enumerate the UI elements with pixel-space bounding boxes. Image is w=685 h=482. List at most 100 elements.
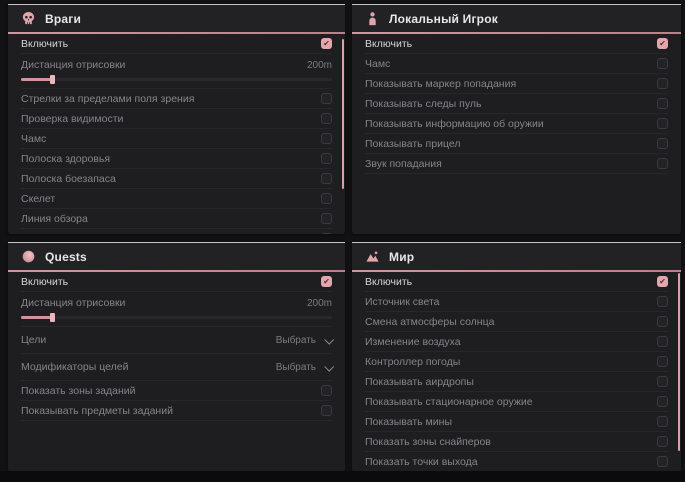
checkbox[interactable] bbox=[657, 416, 668, 427]
setting-label: Источник света bbox=[365, 296, 439, 308]
checkbox[interactable] bbox=[321, 233, 332, 234]
checkbox[interactable] bbox=[321, 193, 332, 204]
setting-row: Показывать следы пуль bbox=[21, 229, 332, 234]
checkbox[interactable] bbox=[657, 158, 668, 169]
checkbox[interactable] bbox=[657, 356, 668, 367]
checkbox[interactable] bbox=[321, 276, 332, 287]
checkbox[interactable] bbox=[657, 58, 668, 69]
setting-label: Линия обзора bbox=[21, 213, 88, 225]
setting-label: Показывать аирдропы bbox=[365, 376, 474, 388]
dropdown[interactable]: Выбрать bbox=[276, 362, 332, 373]
checkbox[interactable] bbox=[657, 376, 668, 387]
checkbox[interactable] bbox=[657, 456, 668, 467]
setting-row: Показывать следы пуль bbox=[365, 94, 668, 114]
checkbox[interactable] bbox=[657, 118, 668, 129]
setting-row: Показать зоны заданий bbox=[21, 381, 332, 401]
slider-thumb[interactable] bbox=[50, 313, 55, 322]
checkbox[interactable] bbox=[321, 38, 332, 49]
setting-row: Смена атмосферы солнца bbox=[365, 312, 668, 332]
setting-label: Включить bbox=[21, 38, 68, 50]
setting-label: Чамс bbox=[21, 133, 46, 145]
setting-label: Чамс bbox=[365, 58, 390, 70]
checkbox[interactable] bbox=[657, 98, 668, 109]
checkbox[interactable] bbox=[657, 38, 668, 49]
panel-header: Локальный Игрок bbox=[352, 5, 681, 32]
setting-row: Источник света bbox=[365, 292, 668, 312]
slider-track bbox=[21, 78, 332, 81]
slider-fill bbox=[21, 316, 52, 319]
setting-label: Полоска боезапаса bbox=[21, 173, 116, 185]
setting-label: Показывать следы пуль bbox=[365, 98, 481, 110]
panel-title: Враги bbox=[45, 12, 81, 26]
checkbox[interactable] bbox=[321, 213, 332, 224]
setting-row: Цели Выбрать bbox=[21, 327, 332, 354]
checkbox[interactable] bbox=[657, 336, 668, 347]
setting-row: Скелет bbox=[21, 189, 332, 209]
panel-quests: Quests Включить Дистанция отрисовки 200m… bbox=[8, 242, 345, 472]
checkbox[interactable] bbox=[657, 138, 668, 149]
setting-row: Чамс bbox=[365, 54, 668, 74]
checkbox[interactable] bbox=[321, 173, 332, 184]
dropdown-value: Выбрать bbox=[276, 362, 316, 373]
setting-row: Показать точки выхода bbox=[365, 452, 668, 472]
scrollbar[interactable] bbox=[342, 39, 344, 189]
panel-title: Локальный Игрок bbox=[389, 12, 498, 26]
setting-label: Цели bbox=[21, 334, 46, 346]
setting-label: Контроллер погоды bbox=[365, 356, 460, 368]
checkbox[interactable] bbox=[657, 296, 668, 307]
setting-row: Чамс bbox=[21, 129, 332, 149]
checkbox[interactable] bbox=[321, 385, 332, 396]
setting-label: Показывать стационарное оружие bbox=[365, 396, 533, 408]
setting-row: Показать зоны снайперов bbox=[365, 432, 668, 452]
checkbox[interactable] bbox=[321, 405, 332, 416]
checkbox[interactable] bbox=[657, 436, 668, 447]
panel-body: Включить Чамс Показывать маркер попадани… bbox=[352, 34, 681, 174]
setting-row: Стрелки за пределами поля зрения bbox=[21, 89, 332, 109]
setting-row: Дистанция отрисовки 200m bbox=[21, 54, 332, 89]
slider-track bbox=[21, 316, 332, 319]
setting-row: Полоска боезапаса bbox=[21, 169, 332, 189]
panel-local-player: Локальный Игрок Включить Чамс Показывать… bbox=[352, 4, 681, 234]
dropdown[interactable]: Выбрать bbox=[276, 335, 332, 346]
setting-label: Дистанция отрисовки bbox=[21, 297, 125, 309]
setting-row: Показывать прицел bbox=[365, 134, 668, 154]
panel-title: Мир bbox=[389, 250, 414, 264]
panel-header: Мир bbox=[352, 243, 681, 270]
skull-icon bbox=[21, 11, 36, 26]
checkbox[interactable] bbox=[321, 113, 332, 124]
panel-body: Включить Источник света Смена атмосферы … bbox=[352, 272, 681, 472]
setting-row: Полоска здоровья bbox=[21, 149, 332, 169]
slider-value: 200m bbox=[307, 60, 332, 71]
setting-label: Показывать информацию об оружии bbox=[365, 118, 544, 130]
checkbox[interactable] bbox=[657, 78, 668, 89]
setting-row: Включить bbox=[21, 34, 332, 54]
panel-enemies: Враги Включить Дистанция отрисовки 200m … bbox=[8, 4, 345, 234]
setting-label: Полоска здоровья bbox=[21, 153, 110, 165]
panel-header: Quests bbox=[8, 243, 345, 270]
slider[interactable] bbox=[21, 75, 332, 84]
panel-world: Мир Включить Источник света Смена атмосф… bbox=[352, 242, 681, 472]
setting-row: Контроллер погоды bbox=[365, 352, 668, 372]
bottom-bar bbox=[0, 471, 685, 482]
setting-label: Показать зоны снайперов bbox=[365, 436, 491, 448]
setting-row: Проверка видимости bbox=[21, 109, 332, 129]
panel-body: Включить Дистанция отрисовки 200m Стрелк… bbox=[8, 34, 345, 234]
setting-label: Звук попадания bbox=[365, 158, 442, 170]
checkbox[interactable] bbox=[657, 276, 668, 287]
slider[interactable] bbox=[21, 313, 332, 322]
checkbox[interactable] bbox=[321, 133, 332, 144]
checkbox[interactable] bbox=[657, 316, 668, 327]
setting-row: Модификаторы целей Выбрать bbox=[21, 354, 332, 381]
setting-label: Включить bbox=[365, 276, 412, 288]
setting-label: Показать зоны заданий bbox=[21, 385, 136, 397]
setting-label: Скелет bbox=[21, 193, 55, 205]
slider-thumb[interactable] bbox=[50, 75, 55, 84]
setting-row: Показывать предметы заданий bbox=[21, 401, 332, 421]
setting-label: Изменение воздуха bbox=[365, 336, 461, 348]
setting-label: Дистанция отрисовки bbox=[21, 59, 125, 71]
panel-title: Quests bbox=[45, 250, 87, 264]
checkbox[interactable] bbox=[321, 93, 332, 104]
checkbox[interactable] bbox=[321, 153, 332, 164]
checkbox[interactable] bbox=[657, 396, 668, 407]
scrollbar[interactable] bbox=[678, 273, 680, 451]
